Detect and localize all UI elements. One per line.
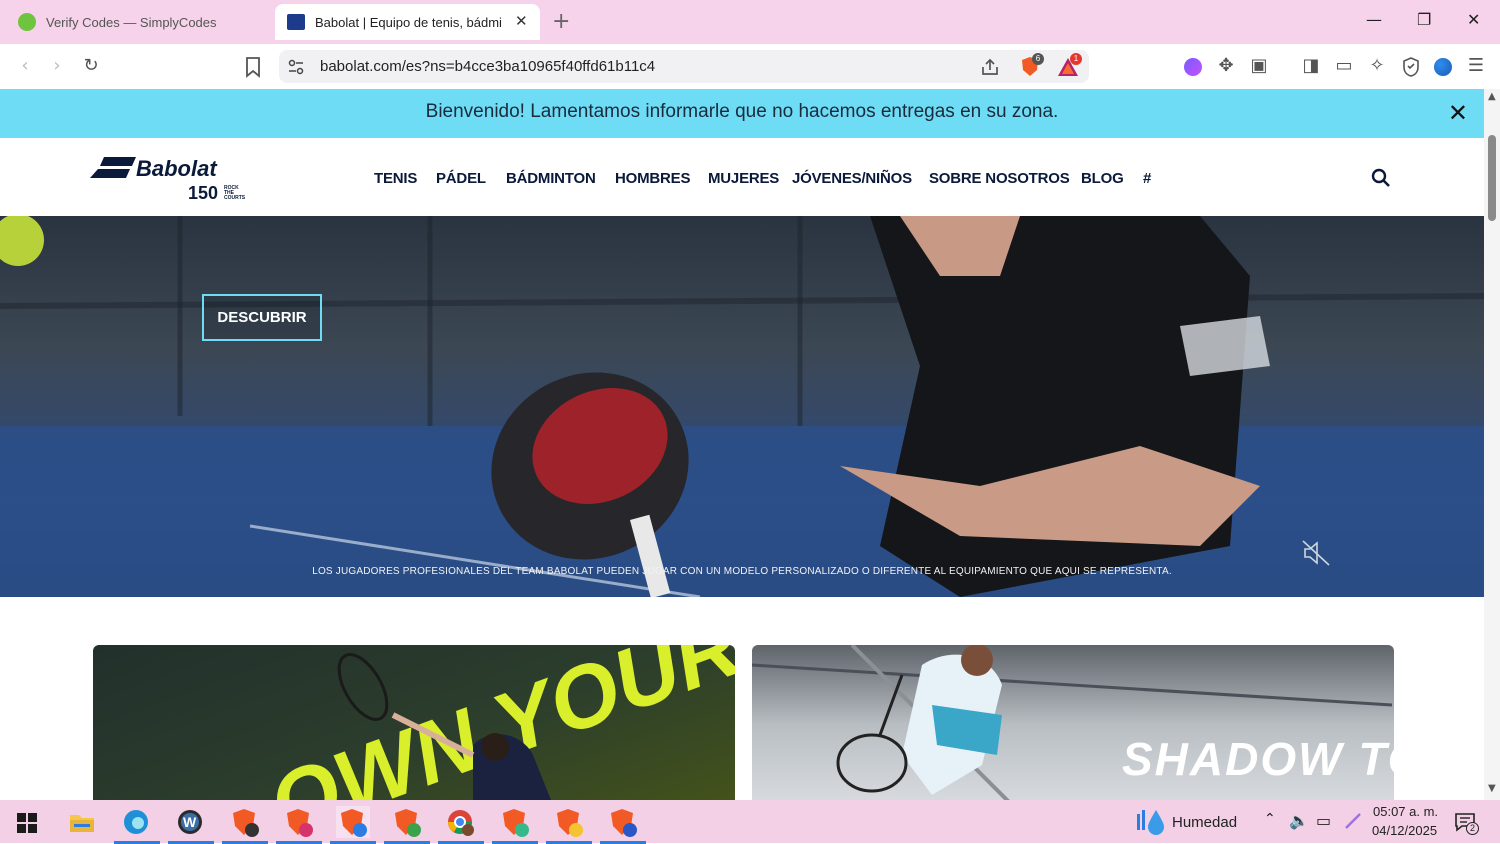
menu-icon[interactable]: ☰: [1465, 55, 1487, 77]
rewards-count-badge: 1: [1070, 53, 1082, 65]
wallet-icon[interactable]: ▭: [1333, 55, 1355, 77]
address-bar[interactable]: babolat.com/es?ns=b4cce3ba10965f40ffd61b…: [279, 50, 1089, 83]
back-button[interactable]: ‹: [14, 55, 36, 77]
browser-toolbar: ‹ › ↻ babolat.com/es?ns=b4cce3ba10965f40…: [0, 44, 1500, 89]
simplycodes-icon: [18, 13, 36, 31]
svg-text:W: W: [183, 814, 197, 830]
badminton-promo-card[interactable]: SHADOW TOUR: [752, 645, 1394, 800]
brave-profile-6-icon[interactable]: [546, 806, 592, 844]
humidity-weather-icon[interactable]: [1136, 808, 1166, 836]
shield-count-badge: 6: [1032, 53, 1044, 65]
babolat-logo[interactable]: Babolat 150 ROCK THE COURTS: [90, 154, 250, 202]
nav-item-padel[interactable]: PÁDEL: [436, 170, 486, 187]
tab-title: Verify Codes — SimplyCodes: [46, 14, 217, 30]
windows-start-icon[interactable]: [17, 813, 37, 833]
wordpad-icon[interactable]: W: [168, 806, 214, 844]
search-icon[interactable]: [1371, 168, 1391, 188]
nav-item-sobre-nosotros[interactable]: SOBRE NOSOTROS: [929, 170, 1070, 187]
banner-text: Bienvenido! Lamentamos informarle que no…: [425, 101, 1059, 122]
leo-ai-icon[interactable]: [1184, 58, 1202, 76]
forward-button[interactable]: ›: [46, 55, 68, 77]
vpn-shield-icon[interactable]: [1401, 56, 1421, 78]
tab-title: Babolat | Equipo de tenis, bádmi: [315, 14, 502, 30]
edge-icon[interactable]: [114, 806, 160, 844]
close-tab-icon[interactable]: ✕: [515, 12, 528, 30]
delivery-banner: Bienvenido! Lamentamos informarle que no…: [0, 89, 1484, 138]
brave-profile-5-icon[interactable]: [492, 806, 538, 844]
new-tab-button[interactable]: +: [552, 9, 570, 34]
sidebar-icon[interactable]: ◨: [1300, 55, 1322, 77]
tennis-promo-card[interactable]: OWN YOUR: [93, 645, 735, 800]
web-page: Bienvenido! Lamentamos informarle que no…: [0, 89, 1484, 800]
badminton-promo-art: SHADOW TOUR: [752, 645, 1394, 800]
brave-profile-2-icon[interactable]: [276, 806, 322, 844]
nav-item-tenis[interactable]: TENIS: [374, 170, 417, 187]
leo-sparkle-icon[interactable]: ✧: [1366, 55, 1388, 77]
hero-scene: [0, 216, 1484, 597]
volume-icon[interactable]: 🔈: [1289, 811, 1309, 830]
network-icon[interactable]: ▭: [1316, 811, 1331, 830]
page-scrollbar[interactable]: ▲ ▼: [1484, 89, 1500, 800]
close-icon[interactable]: ✕: [1448, 99, 1468, 127]
windows-taskbar: W Humedad ⌃ 🔈 ▭ 05:07 a. m. 04/12/2025 2: [0, 800, 1500, 844]
hero-disclaimer: LOS JUGADORES PROFESIONALES DEL TEAM BAB…: [312, 566, 1172, 577]
tennis-promo-art: OWN YOUR: [256, 645, 735, 800]
svg-text:COURTS: COURTS: [224, 195, 246, 201]
brave-profile-1-icon[interactable]: [222, 806, 268, 844]
clock-time[interactable]: 05:07 a. m.: [1373, 804, 1438, 819]
svg-text:SHADOW TOUR: SHADOW TOUR: [1122, 733, 1394, 785]
restore-button[interactable]: ❐: [1417, 10, 1431, 29]
reader-mode-icon[interactable]: ▣: [1248, 55, 1270, 77]
nav-item-blog[interactable]: BLOG: [1081, 170, 1124, 187]
svg-text:Babolat: Babolat: [136, 156, 218, 181]
brave-profile-4-icon[interactable]: [384, 806, 430, 844]
scroll-down-icon[interactable]: ▼: [1488, 783, 1496, 794]
hero-video[interactable]: DESCUBRIR LOS JUGADORES PROFESIONALES DE…: [0, 216, 1484, 597]
pen-icon[interactable]: [1344, 812, 1362, 830]
share-icon[interactable]: [980, 57, 1000, 77]
main-nav: Babolat 150 ROCK THE COURTS TENIS PÁDEL …: [0, 138, 1484, 216]
tab-babolat[interactable]: Babolat | Equipo de tenis, bádmi ✕: [275, 4, 540, 40]
brave-profile-3-icon[interactable]: [330, 806, 376, 844]
svg-text:150: 150: [188, 183, 218, 202]
profile-avatar[interactable]: [1434, 58, 1452, 76]
nav-item-hombres[interactable]: HOMBRES: [615, 170, 690, 187]
scrollbar-thumb[interactable]: [1488, 135, 1496, 221]
minimize-button[interactable]: —: [1366, 10, 1382, 29]
notification-count-badge: 2: [1466, 822, 1479, 835]
weather-label[interactable]: Humedad: [1172, 814, 1237, 831]
bookmark-icon[interactable]: [244, 56, 262, 78]
nav-item-mujeres[interactable]: MUJERES: [708, 170, 779, 187]
url-text: babolat.com/es?ns=b4cce3ba10965f40ffd61b…: [320, 58, 656, 75]
extensions-icon[interactable]: ✥: [1215, 55, 1237, 77]
nav-item-hash[interactable]: #: [1143, 170, 1151, 187]
scroll-up-icon[interactable]: ▲: [1488, 91, 1496, 102]
nav-item-jovenes-ninos[interactable]: JÓVENES/NIÑOS: [792, 170, 912, 187]
muted-speaker-icon[interactable]: [1301, 538, 1331, 568]
tab-simplycodes[interactable]: Verify Codes — SimplyCodes: [4, 4, 272, 40]
chevron-up-icon[interactable]: ⌃: [1264, 811, 1276, 827]
brave-profile-7-icon[interactable]: [600, 806, 646, 844]
descubrir-button[interactable]: DESCUBRIR: [202, 294, 322, 341]
reload-button[interactable]: ↻: [80, 55, 102, 77]
clock-date[interactable]: 04/12/2025: [1372, 823, 1437, 838]
site-settings-icon[interactable]: [288, 59, 304, 75]
nav-item-badminton[interactable]: BÁDMINTON: [506, 170, 596, 187]
file-explorer-icon[interactable]: [66, 806, 100, 838]
tab-strip: Verify Codes — SimplyCodes Babolat | Equ…: [0, 0, 1500, 44]
babolat-icon: [287, 14, 305, 30]
close-window-button[interactable]: ✕: [1467, 10, 1480, 29]
chrome-icon[interactable]: [438, 806, 484, 844]
